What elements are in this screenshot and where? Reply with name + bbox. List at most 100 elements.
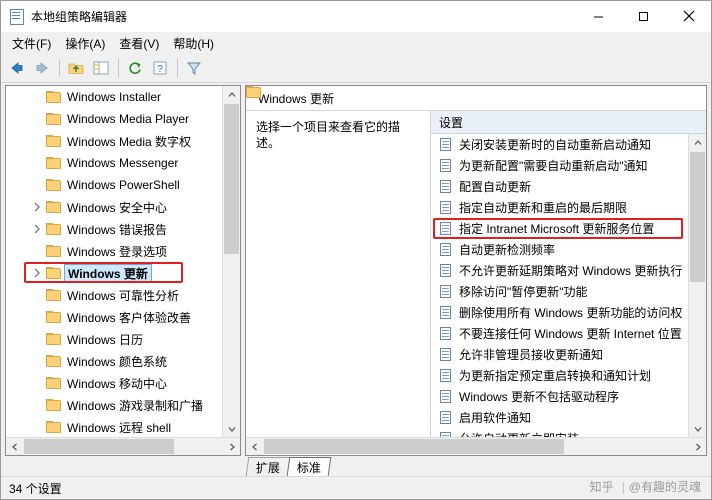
settings-vertical-scrollbar[interactable] xyxy=(688,134,706,437)
navigation-tree-pane: Windows Installer Windows Media Player W… xyxy=(5,85,241,456)
main-body: Windows Installer Windows Media Player W… xyxy=(1,83,711,456)
tree-scroll-thumb[interactable] xyxy=(224,104,239,254)
scroll-right-button[interactable] xyxy=(223,438,240,455)
setting-item[interactable]: 不允许更新延期策略对 Windows 更新执行 xyxy=(431,260,689,281)
help-button[interactable]: ? xyxy=(148,56,172,80)
folder-icon xyxy=(46,112,62,126)
show-tree-button[interactable] xyxy=(89,56,113,80)
policy-setting-icon xyxy=(439,263,453,278)
tree-item-windows-update[interactable]: Windows 更新 xyxy=(6,262,223,284)
menu-action[interactable]: 操作(A) xyxy=(58,33,112,54)
policy-setting-icon xyxy=(439,137,453,152)
tree-item-windows-messenger[interactable]: Windows Messenger xyxy=(6,152,223,174)
tree-item-windows-game-recording[interactable]: Windows 游戏录制和广播 xyxy=(6,394,223,416)
tree-item-label: Windows 安全中心 xyxy=(67,200,168,215)
tree-item-windows-remote-shell[interactable]: Windows 远程 shell xyxy=(6,416,223,437)
setting-item[interactable]: 允许非管理员接收更新通知 xyxy=(431,344,689,365)
scroll-left-button[interactable] xyxy=(6,438,23,455)
folder-icon xyxy=(46,90,62,104)
scroll-down-button[interactable] xyxy=(689,420,706,437)
tab-standard[interactable]: 标准 xyxy=(286,457,332,476)
setting-item[interactable]: 删除使用所有 Windows 更新功能的访问权 xyxy=(431,302,689,323)
toolbar: ? xyxy=(1,54,711,83)
policy-setting-icon xyxy=(439,179,453,194)
tree-item-windows-security-center[interactable]: Windows 安全中心 xyxy=(6,196,223,218)
setting-item[interactable]: 配置自动更新 xyxy=(431,176,689,197)
setting-label: 自动更新检测频率 xyxy=(459,243,556,257)
tree-item-windows-reliability-analysis[interactable]: Windows 可靠性分析 xyxy=(6,284,223,306)
tree-hscroll-thumb[interactable] xyxy=(24,439,174,454)
title-bar: 本地组策略编辑器 xyxy=(1,1,711,32)
setting-item[interactable]: 启用软件通知 xyxy=(431,407,689,428)
setting-item[interactable]: 移除访问"暂停更新"功能 xyxy=(431,281,689,302)
scroll-down-button[interactable] xyxy=(223,420,240,437)
menu-view[interactable]: 查看(V) xyxy=(112,33,166,54)
tree-item-windows-ceip[interactable]: Windows 客户体验改善 xyxy=(6,306,223,328)
up-button[interactable] xyxy=(64,56,88,80)
forward-button[interactable] xyxy=(30,56,54,80)
setting-item[interactable]: Windows 更新不包括驱动程序 xyxy=(431,386,689,407)
setting-item[interactable]: 为更新配置"需要自动重新启动"通知 xyxy=(431,155,689,176)
tree-item-windows-powershell[interactable]: Windows PowerShell xyxy=(6,174,223,196)
tree-item-windows-error-reporting[interactable]: Windows 错误报告 xyxy=(6,218,223,240)
tree-item-label: Windows Installer xyxy=(67,90,162,104)
description-column: 选择一个项目来查看它的描述。 xyxy=(246,111,431,437)
settings-column-header[interactable]: 设置 xyxy=(431,111,706,134)
setting-label: 关闭安装更新时的自动重新启动通知 xyxy=(459,138,652,152)
refresh-button[interactable] xyxy=(123,56,147,80)
policy-setting-icon xyxy=(439,368,453,383)
tree-item-windows-media-player[interactable]: Windows Media Player xyxy=(6,108,223,130)
filter-button[interactable] xyxy=(182,56,206,80)
folder-icon xyxy=(46,310,62,324)
group-policy-editor-window: 本地组策略编辑器 文件(F) 操作(A) 查看(V) 帮助(H) ? Windo… xyxy=(0,0,712,500)
tree-item-windows-color-system[interactable]: Windows 颜色系统 xyxy=(6,350,223,372)
setting-item[interactable]: 允许自动更新立即安装 xyxy=(431,428,689,437)
close-button[interactable] xyxy=(666,1,711,31)
back-button[interactable] xyxy=(5,56,29,80)
setting-item[interactable]: 不要连接任何 Windows 更新 Internet 位置 xyxy=(431,323,689,344)
setting-item-intranet-update-service-location[interactable]: 指定 Intranet Microsoft 更新服务位置 xyxy=(431,218,689,239)
maximize-button[interactable] xyxy=(621,1,666,31)
scroll-up-button[interactable] xyxy=(223,86,240,103)
scroll-up-button[interactable] xyxy=(689,134,706,151)
tree-vertical-scrollbar[interactable] xyxy=(222,86,240,437)
menu-help[interactable]: 帮助(H) xyxy=(166,33,221,54)
tree-item-windows-logon-options[interactable]: Windows 登录选项 xyxy=(6,240,223,262)
chevron-right-icon[interactable] xyxy=(32,268,42,278)
setting-label: 不允许更新延期策略对 Windows 更新执行 xyxy=(459,264,683,278)
setting-item[interactable]: 指定自动更新和重启的最后期限 xyxy=(431,197,689,218)
tree-scroll-area: Windows Installer Windows Media Player W… xyxy=(6,86,240,437)
tree-horizontal-scrollbar[interactable] xyxy=(6,437,240,455)
folder-icon xyxy=(46,266,62,280)
scroll-right-button[interactable] xyxy=(689,438,706,455)
tree-item-windows-calendar[interactable]: Windows 日历 xyxy=(6,328,223,350)
chevron-right-icon[interactable] xyxy=(32,202,42,212)
setting-label: 移除访问"暂停更新"功能 xyxy=(459,285,588,299)
setting-item[interactable]: 关闭安装更新时的自动重新启动通知 xyxy=(431,134,689,155)
window-controls xyxy=(576,1,711,31)
policy-setting-icon xyxy=(439,305,453,320)
tab-extended[interactable]: 扩展 xyxy=(245,457,291,476)
policy-setting-icon xyxy=(439,284,453,299)
settings-scroll-thumb[interactable] xyxy=(690,152,705,282)
policy-setting-icon xyxy=(439,158,453,173)
setting-item[interactable]: 为更新指定预定重启转换和通知计划 xyxy=(431,365,689,386)
tree-item-windows-media-drm[interactable]: Windows Media 数字权 xyxy=(6,130,223,152)
chevron-right-icon[interactable] xyxy=(32,224,42,234)
details-pane: Windows 更新 选择一个项目来查看它的描述。 设置 关闭安装更新时的自动重 xyxy=(245,85,707,456)
tree-item-windows-installer[interactable]: Windows Installer xyxy=(6,86,223,108)
setting-label: 删除使用所有 Windows 更新功能的访问权 xyxy=(459,306,683,320)
tree-item-label: Windows PowerShell xyxy=(67,178,180,192)
policy-setting-icon xyxy=(439,347,453,362)
policy-setting-icon xyxy=(439,221,453,236)
setting-label: 不要连接任何 Windows 更新 Internet 位置 xyxy=(459,327,682,341)
scroll-left-button[interactable] xyxy=(246,438,263,455)
setting-item[interactable]: 自动更新检测频率 xyxy=(431,239,689,260)
settings-horizontal-scrollbar[interactable] xyxy=(246,437,706,455)
tree-item-windows-mobility-center[interactable]: Windows 移动中心 xyxy=(6,372,223,394)
settings-hscroll-thumb[interactable] xyxy=(264,439,564,454)
tab-standard-label: 标准 xyxy=(296,460,321,475)
menu-file[interactable]: 文件(F) xyxy=(5,33,58,54)
minimize-button[interactable] xyxy=(576,1,621,31)
tree-item-label: Windows 可靠性分析 xyxy=(67,288,180,303)
